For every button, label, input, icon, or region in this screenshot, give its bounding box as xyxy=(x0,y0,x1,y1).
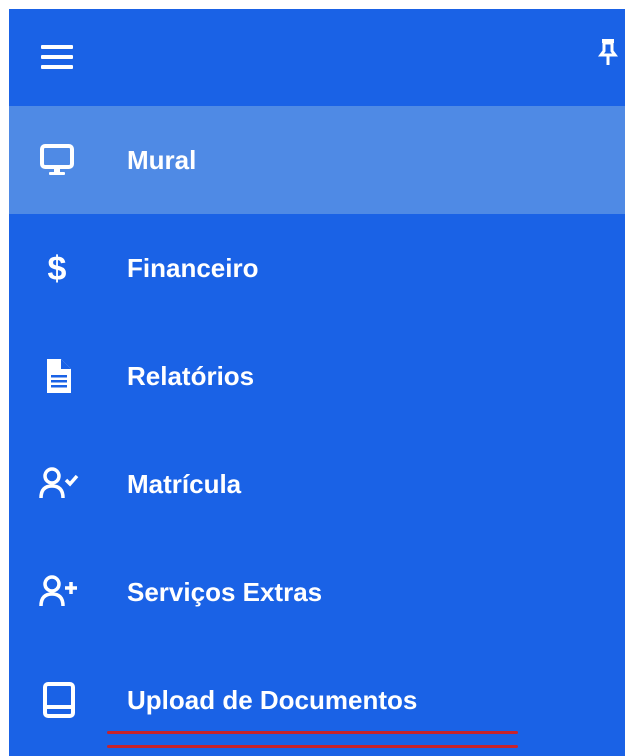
svg-text:$: $ xyxy=(48,250,67,288)
sidebar-item-matricula[interactable]: Matrícula xyxy=(9,430,625,538)
book-icon xyxy=(39,680,79,720)
sidebar-item-mural[interactable]: Mural xyxy=(9,106,625,214)
annotation-underline xyxy=(107,745,518,748)
sidebar-item-upload-documentos[interactable]: Upload de Documentos xyxy=(9,646,625,754)
monitor-icon xyxy=(39,140,79,180)
annotation-underline xyxy=(107,731,518,734)
sidebar-item-label: Relatórios xyxy=(127,361,255,391)
dollar-sign-icon: $ xyxy=(39,248,79,288)
user-check-icon xyxy=(39,464,79,504)
sidebar-item-financeiro[interactable]: $ Financeiro xyxy=(9,214,625,322)
sidebar-item-label: Upload de Documentos xyxy=(127,685,418,715)
menu-bar xyxy=(41,45,73,49)
sidebar-item-relatorios[interactable]: Relatórios xyxy=(9,322,625,430)
pushpin-icon[interactable] xyxy=(597,37,619,67)
document-icon xyxy=(39,356,79,396)
hamburger-menu-button[interactable] xyxy=(41,45,73,69)
sidebar-item-label: Matrícula xyxy=(127,469,242,499)
sidebar: Mural $ Financeiro Relatórios Matrícula … xyxy=(9,9,625,756)
sidebar-header xyxy=(9,9,625,106)
menu-bar xyxy=(41,65,73,69)
sidebar-item-label: Mural xyxy=(127,145,197,175)
sidebar-item-label: Serviços Extras xyxy=(127,577,323,607)
user-plus-icon xyxy=(39,572,79,612)
menu-bar xyxy=(41,55,73,59)
sidebar-item-servicos-extras[interactable]: Serviços Extras xyxy=(9,538,625,646)
sidebar-item-label: Financeiro xyxy=(127,253,259,283)
